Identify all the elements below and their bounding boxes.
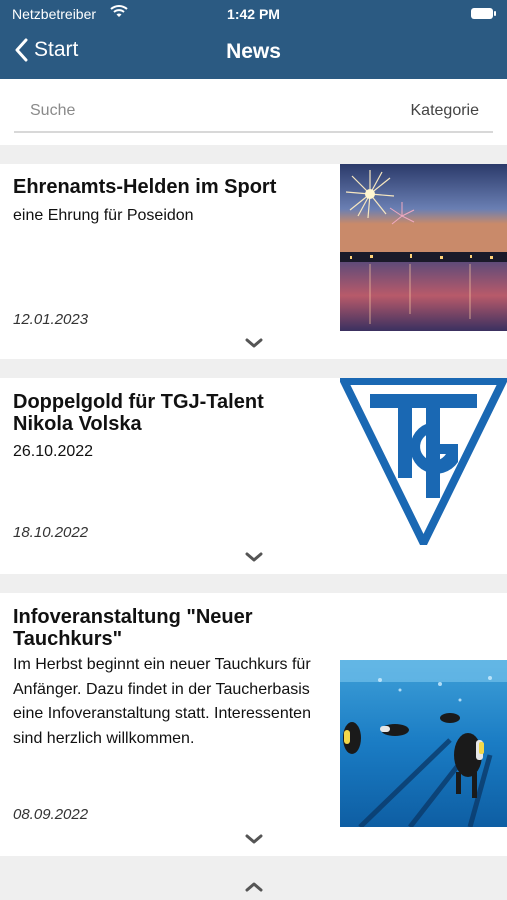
chevron-down-icon[interactable] [244, 550, 264, 564]
search-bar: Kategorie [0, 79, 507, 145]
search-field: Kategorie [14, 91, 493, 133]
category-filter-button[interactable]: Kategorie [411, 102, 480, 120]
news-subtitle: Im Herbst beginnt ein neuer Tauchkurs fü… [13, 656, 311, 747]
news-date: 08.09.2022 [13, 806, 89, 823]
news-card[interactable]: Doppelgold für TGJ-Talent Nikola Volska … [0, 378, 507, 574]
news-title: Doppelgold für TGJ-Talent Nikola Volska [13, 391, 264, 435]
chevron-down-icon[interactable] [244, 336, 264, 350]
chevron-up-icon[interactable] [244, 880, 264, 894]
news-image-divers [340, 660, 507, 827]
news-card[interactable]: Infoveranstaltung "Neuer Tauchkurs" Im H… [0, 593, 507, 856]
news-title: Ehrenamts-Helden im Sport [13, 176, 277, 198]
news-date: 12.01.2023 [13, 311, 89, 328]
battery-icon [471, 8, 496, 19]
news-date: 18.10.2022 [13, 524, 89, 541]
page-title: News [226, 40, 281, 63]
clock: 1:42 PM [227, 6, 280, 22]
status-bar: Netzbetreiber 1:42 PM [0, 0, 507, 28]
news-title: Infoveranstaltung "Neuer Tauchkurs" [13, 606, 253, 650]
news-image-fireworks [340, 164, 507, 331]
chevron-down-icon[interactable] [244, 832, 264, 846]
news-subtitle: eine Ehrung für Poseidon [13, 207, 194, 224]
tg-logo-image [340, 378, 507, 545]
navigation-bar: Start News [0, 28, 507, 79]
news-subtitle: 26.10.2022 [13, 443, 94, 460]
news-card[interactable]: Ehrenamts-Helden im Sport eine Ehrung fü… [0, 164, 507, 359]
search-input[interactable] [28, 101, 332, 121]
